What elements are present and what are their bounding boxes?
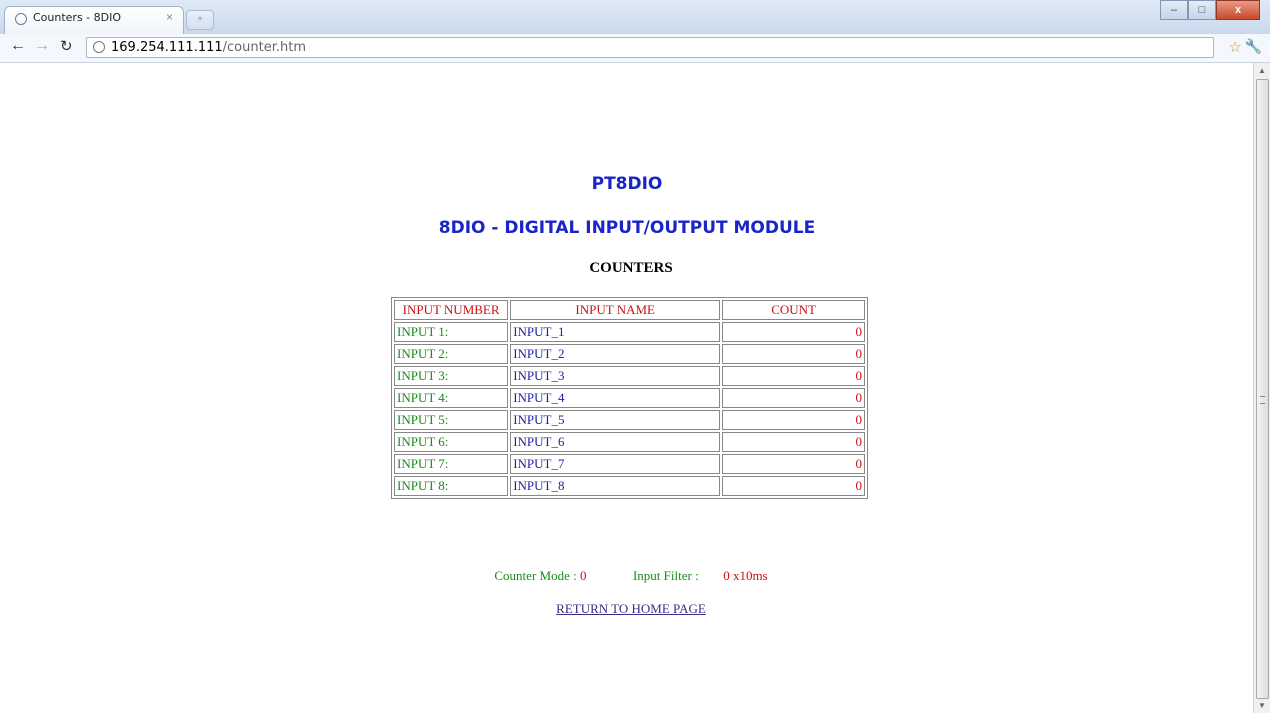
back-arrow-icon[interactable]: ← — [10, 37, 26, 55]
module-title: 8DIO - DIGITAL INPUT/OUTPUT MODULE — [438, 218, 816, 238]
input-filter-label: Input Filter : — [632, 568, 699, 583]
tab-title: Counters - 8DIO — [33, 11, 122, 24]
browser-tab[interactable]: Counters - 8DIO × — [4, 6, 184, 34]
maximize-button[interactable]: □ — [1188, 0, 1216, 20]
input-name-cell: INPUT_3 — [510, 366, 721, 386]
url-path: /counter.htm — [222, 40, 306, 55]
input-number-cell: INPUT 4: — [394, 388, 509, 408]
input-name-cell: INPUT_7 — [510, 454, 721, 474]
table-row: INPUT 8: INPUT_8 0 — [394, 476, 865, 496]
scrollbar-grip — [1260, 396, 1265, 404]
header-input-number: INPUT NUMBER — [394, 300, 509, 320]
input-name-cell: INPUT_1 — [510, 322, 721, 342]
page-content: PT8DIO 8DIO - DIGITAL INPUT/OUTPUT MODUL… — [0, 63, 1254, 713]
page-icon — [93, 41, 105, 53]
tab-close-icon[interactable]: × — [166, 10, 173, 24]
wrench-icon[interactable]: 🔧 — [1245, 38, 1262, 55]
forward-arrow-icon[interactable]: → — [34, 37, 50, 55]
input-name-cell: INPUT_6 — [510, 432, 721, 452]
count-cell: 0 — [722, 410, 865, 430]
table-row: INPUT 7: INPUT_7 0 — [394, 454, 865, 474]
window-titlebar: Counters - 8DIO × + – □ x — [0, 0, 1270, 34]
input-number-cell: INPUT 2: — [394, 344, 509, 364]
scroll-up-icon[interactable]: ▲ — [1254, 66, 1270, 75]
table-row: INPUT 4: INPUT_4 0 — [394, 388, 865, 408]
count-cell: 0 — [722, 366, 865, 386]
home-link-container: RETURN TO HOME PAGE — [0, 601, 1262, 617]
input-number-cell: INPUT 6: — [394, 432, 509, 452]
counters-table: INPUT NUMBER INPUT NAME COUNT INPUT 1: I… — [391, 297, 868, 499]
table-row: INPUT 6: INPUT_6 0 — [394, 432, 865, 452]
window-controls: – □ x — [1160, 0, 1260, 20]
table-header-row: INPUT NUMBER INPUT NAME COUNT — [394, 300, 865, 320]
input-number-cell: INPUT 1: — [394, 322, 509, 342]
address-bar[interactable]: 169.254.111.111/counter.htm — [86, 37, 1214, 58]
table-row: INPUT 5: INPUT_5 0 — [394, 410, 865, 430]
count-cell: 0 — [722, 322, 865, 342]
scroll-down-icon[interactable]: ▼ — [1254, 701, 1270, 710]
input-name-cell: INPUT_5 — [510, 410, 721, 430]
globe-icon — [15, 13, 27, 25]
counter-mode-value: 0 — [579, 568, 587, 583]
input-name-cell: INPUT_4 — [510, 388, 721, 408]
count-cell: 0 — [722, 454, 865, 474]
header-count: COUNT — [722, 300, 865, 320]
input-number-cell: INPUT 7: — [394, 454, 509, 474]
input-filter-value: 0 x10ms — [723, 568, 768, 583]
table-row: INPUT 2: INPUT_2 0 — [394, 344, 865, 364]
count-cell: 0 — [722, 432, 865, 452]
input-number-cell: INPUT 8: — [394, 476, 509, 496]
return-home-link[interactable]: RETURN TO HOME PAGE — [556, 601, 706, 616]
input-number-cell: INPUT 3: — [394, 366, 509, 386]
header-input-name: INPUT NAME — [510, 300, 721, 320]
count-cell: 0 — [722, 344, 865, 364]
table-row: INPUT 1: INPUT_1 0 — [394, 322, 865, 342]
input-name-cell: INPUT_8 — [510, 476, 721, 496]
close-window-button[interactable]: x — [1216, 0, 1260, 20]
browser-toolbar: ← → ↻ 169.254.111.111/counter.htm ☆ 🔧 — [0, 34, 1270, 63]
url-host: 169.254.111.111 — [111, 40, 223, 55]
counter-settings: Counter Mode : 0 Input Filter : 0 x10ms — [0, 568, 1262, 584]
section-title: COUNTERS — [589, 260, 673, 276]
table-row: INPUT 3: INPUT_3 0 — [394, 366, 865, 386]
count-cell: 0 — [722, 388, 865, 408]
bookmark-star-icon[interactable]: ☆ — [1229, 38, 1242, 56]
count-cell: 0 — [722, 476, 865, 496]
address-url: 169.254.111.111/counter.htm — [111, 40, 306, 55]
minimize-button[interactable]: – — [1160, 0, 1188, 20]
counter-mode-label: Counter Mode : — [494, 568, 577, 583]
input-number-cell: INPUT 5: — [394, 410, 509, 430]
reload-icon[interactable]: ↻ — [60, 37, 73, 55]
page-title: PT8DIO — [591, 174, 663, 194]
input-name-cell: INPUT_2 — [510, 344, 721, 364]
new-tab-button[interactable]: + — [186, 10, 214, 30]
